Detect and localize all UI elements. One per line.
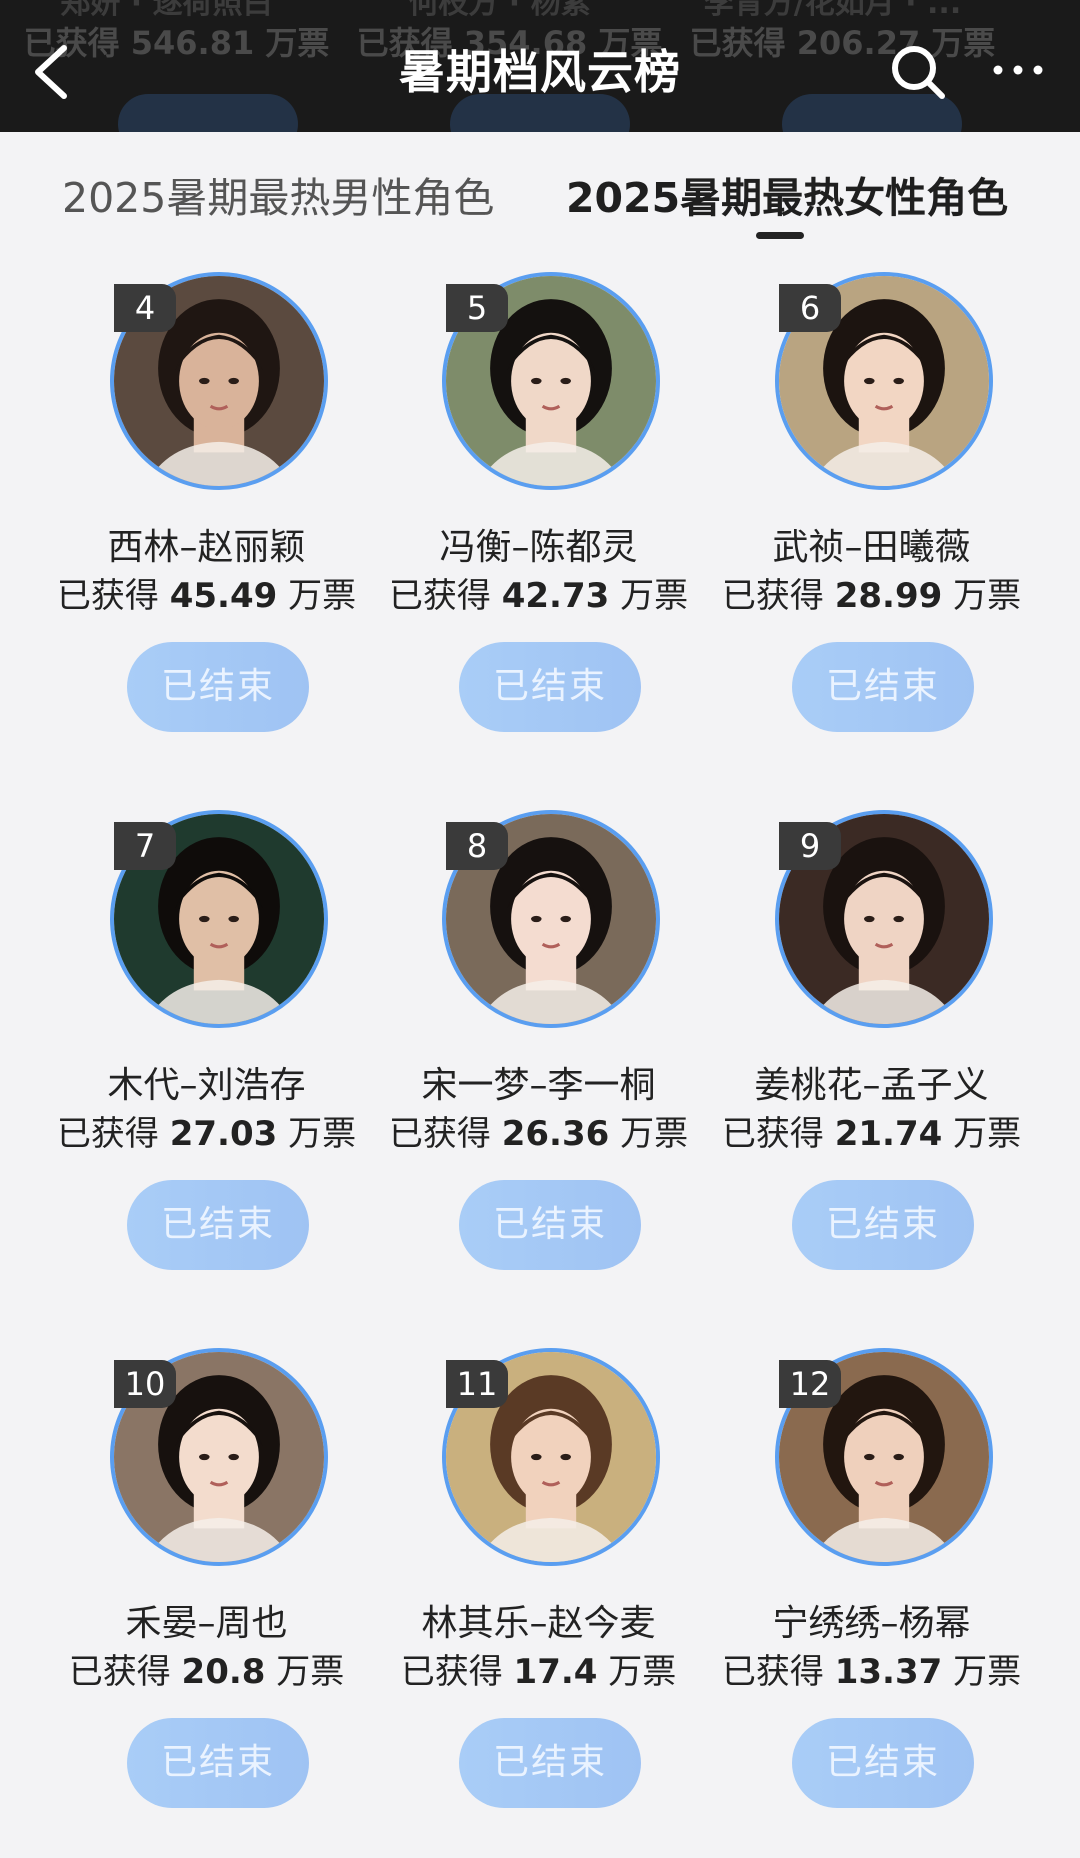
votes-number: 20.8 [181,1652,266,1692]
character-name: 禾晏–周也 [125,1603,288,1644]
votes-prefix: 已获得 [388,576,491,616]
character-card[interactable]: 5 冯衡–陈都灵 已获得 42.73 万票 已结束 [372,262,705,782]
character-name: 西林–赵丽颖 [107,527,306,568]
votes-unit: 万票 [953,576,1022,616]
character-name: 宁绣绣–杨幂 [772,1603,971,1644]
vote-count: 已获得 21.74 万票 [705,1106,1038,1155]
character-card[interactable]: 6 武祯–田曦薇 已获得 28.99 万票 已结束 [705,262,1038,782]
ended-button[interactable]: 已结束 [792,1718,974,1808]
more-dots-icon[interactable] [990,50,1046,90]
active-tab-indicator [756,232,804,239]
ended-button[interactable]: 已结束 [127,642,309,732]
rank-badge: 5 [446,284,508,332]
character-card[interactable]: 4 西林–赵丽颖 已获得 45.49 万票 已结束 [40,262,373,782]
votes-unit: 万票 [620,576,689,616]
category-tabs: 2025暑期最热男性角色 2025暑期最热女性角色 [0,132,1080,250]
vote-count: 已获得 20.8 万票 [40,1644,373,1693]
votes-prefix: 已获得 [56,1114,159,1154]
votes-number: 21.74 [834,1114,943,1154]
votes-prefix: 已获得 [721,1652,824,1692]
votes-prefix: 已获得 [721,576,824,616]
rank-badge: 6 [779,284,841,332]
votes-unit: 万票 [276,1652,345,1692]
vote-count: 已获得 13.37 万票 [705,1644,1038,1693]
votes-number: 17.4 [513,1652,598,1692]
rank-badge: 4 [114,284,176,332]
rank-badge: 7 [114,822,176,870]
character-name: 姜桃花–孟子义 [754,1065,989,1106]
votes-unit: 万票 [288,576,357,616]
vote-count: 已获得 17.4 万票 [372,1644,705,1693]
votes-number: 42.73 [501,576,610,616]
ended-button[interactable]: 已结束 [127,1180,309,1270]
votes-number: 45.49 [169,576,278,616]
rank-badge: 9 [779,822,841,870]
votes-prefix: 已获得 [400,1652,503,1692]
votes-unit: 万票 [620,1114,689,1154]
tab-male-roles[interactable]: 2025暑期最热男性角色 [62,164,494,224]
rank-badge: 10 [114,1360,176,1408]
votes-unit: 万票 [608,1652,677,1692]
top-bar: 郑妍 · 逐荷照白 何枝方 · 杨紫 李青方/花如月 · ... 已获得 546… [0,0,1080,132]
search-icon[interactable] [888,42,948,102]
vote-count: 已获得 27.03 万票 [40,1106,373,1155]
character-card[interactable]: 7 木代–刘浩存 已获得 27.03 万票 已结束 [40,800,373,1320]
ended-button[interactable]: 已结束 [459,1718,641,1808]
votes-prefix: 已获得 [68,1652,171,1692]
ended-button[interactable]: 已结束 [792,1180,974,1270]
votes-number: 27.03 [169,1114,278,1154]
vote-count: 已获得 45.49 万票 [40,568,373,617]
votes-unit: 万票 [288,1114,357,1154]
character-card[interactable]: 11 林其乐–赵今麦 已获得 17.4 万票 已结束 [372,1338,705,1858]
votes-prefix: 已获得 [388,1114,491,1154]
vote-count: 已获得 26.36 万票 [372,1106,705,1155]
votes-prefix: 已获得 [56,576,159,616]
character-card[interactable]: 10 禾晏–周也 已获得 20.8 万票 已结束 [40,1338,373,1858]
rank-badge: 12 [779,1360,841,1408]
character-name: 木代–刘浩存 [107,1065,306,1106]
character-name: 宋一梦–李一桐 [421,1065,656,1106]
votes-unit: 万票 [953,1652,1022,1692]
ended-button[interactable]: 已结束 [127,1718,309,1808]
vote-count: 已获得 28.99 万票 [705,568,1038,617]
character-name: 冯衡–陈都灵 [439,527,638,568]
character-card[interactable]: 8 宋一梦–李一桐 已获得 26.36 万票 已结束 [372,800,705,1320]
character-card[interactable]: 12 宁绣绣–杨幂 已获得 13.37 万票 已结束 [705,1338,1038,1858]
votes-prefix: 已获得 [721,1114,824,1154]
rank-badge: 11 [446,1360,508,1408]
ended-button[interactable]: 已结束 [792,642,974,732]
character-name: 林其乐–赵今麦 [421,1603,656,1644]
ended-button[interactable]: 已结束 [459,642,641,732]
votes-number: 13.37 [834,1652,943,1692]
rank-badge: 8 [446,822,508,870]
votes-number: 26.36 [501,1114,610,1154]
vote-count: 已获得 42.73 万票 [372,568,705,617]
character-card[interactable]: 9 姜桃花–孟子义 已获得 21.74 万票 已结束 [705,800,1038,1320]
ended-button[interactable]: 已结束 [459,1180,641,1270]
tab-female-roles[interactable]: 2025暑期最热女性角色 [566,164,1008,224]
votes-unit: 万票 [953,1114,1022,1154]
character-name: 武祯–田曦薇 [772,527,971,568]
votes-number: 28.99 [834,576,943,616]
